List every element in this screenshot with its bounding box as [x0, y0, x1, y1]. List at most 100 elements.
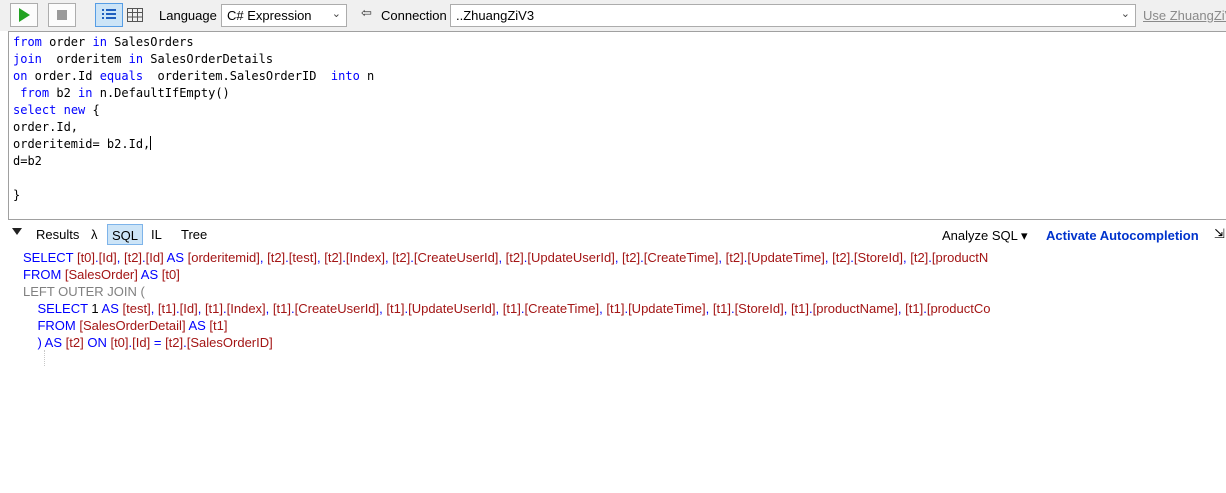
sql-identifier: [Id]: [145, 250, 164, 265]
code-keyword: from: [20, 86, 50, 100]
language-label: Language: [159, 8, 217, 23]
sql-token: ,: [718, 250, 726, 265]
sql-identifier: [t2]: [123, 250, 143, 265]
code-line: join orderitem in SalesOrderDetails: [13, 51, 374, 68]
connection-arrow-icon: ⇦: [361, 6, 372, 21]
stop-icon: [57, 10, 67, 20]
query-code[interactable]: from order in SalesOrders join orderitem …: [13, 34, 374, 204]
sql-identifier: [t0]: [110, 335, 129, 350]
code-text: orderitem.SalesOrderID: [143, 69, 331, 83]
analyze-sql-dropdown[interactable]: Analyze SQL ▾: [942, 228, 1028, 244]
sql-identifier: [CreateUserId]: [294, 301, 380, 316]
sql-identifier: [t2]: [392, 250, 411, 265]
code-line: orderitemid= b2.Id,: [13, 136, 374, 153]
collapse-triangle-icon[interactable]: [12, 228, 22, 235]
language-select[interactable]: C# Expression ⌄: [221, 4, 347, 27]
code-text: order: [41, 35, 93, 49]
sql-token: AS: [185, 318, 210, 333]
language-value: C# Expression: [227, 8, 312, 23]
use-connection-link[interactable]: Use ZhuangZiV3: [1143, 8, 1226, 23]
sql-identifier: [t0]: [76, 250, 96, 265]
connection-value: ..ZhuangZiV3: [456, 8, 535, 23]
sql-token: ,: [116, 250, 124, 265]
code-keyword: on: [13, 69, 28, 83]
connection-select[interactable]: ..ZhuangZiV3 ⌄: [450, 4, 1136, 27]
tab-sql[interactable]: SQL: [107, 224, 144, 245]
sql-line: FROM [SalesOrder] AS [t0]: [23, 266, 990, 283]
code-keyword: select: [13, 103, 57, 117]
sql-identifier: [t1]: [905, 301, 924, 316]
sql-identifier: [t1]: [209, 318, 228, 333]
tab-il[interactable]: IL: [147, 224, 166, 245]
detach-output-icon[interactable]: ⇲: [1214, 227, 1225, 242]
sql-identifier: [productName]: [812, 301, 898, 316]
code-text: orderitemid= b2.Id,: [13, 137, 151, 151]
code-line: d=b2: [13, 153, 374, 170]
sql-token: ON: [83, 335, 111, 350]
sql-identifier: [t0]: [161, 267, 180, 282]
stop-query-button[interactable]: [48, 3, 76, 27]
sql-token: ,: [783, 301, 791, 316]
sql-line: FROM [SalesOrderDetail] AS [t1]: [23, 317, 990, 334]
sql-identifier: [orderitemid]: [187, 250, 260, 265]
sql-identifier: [test]: [122, 301, 151, 316]
tab-lambda[interactable]: λ: [87, 224, 102, 245]
sql-identifier: [productN: [931, 250, 989, 265]
code-line: order.Id,: [13, 119, 374, 136]
sql-token: 1: [91, 301, 99, 316]
code-line: [13, 170, 374, 187]
activate-autocompletion-link[interactable]: Activate Autocompletion: [1046, 228, 1199, 243]
sql-token: ) AS: [37, 335, 66, 350]
code-text: n: [359, 69, 375, 83]
tab-tree[interactable]: Tree: [177, 224, 211, 245]
sql-identifier: [t2]: [324, 250, 343, 265]
results-to-rich-text-button[interactable]: [95, 3, 123, 27]
query-editor[interactable]: from order in SalesOrders join orderitem …: [8, 31, 1226, 220]
sql-identifier: [CreateTime]: [643, 250, 719, 265]
code-text: }: [13, 188, 21, 202]
sql-token: ,: [495, 301, 503, 316]
sql-identifier: [t2]: [725, 250, 744, 265]
sql-token: ,: [150, 301, 158, 316]
sql-token: SELECT: [37, 301, 92, 316]
code-keyword: into: [330, 69, 360, 83]
sql-token: ,: [498, 250, 506, 265]
sql-token: FROM: [37, 318, 80, 333]
tab-results[interactable]: Results: [32, 224, 83, 245]
sql-identifier: [t2]: [622, 250, 641, 265]
run-query-button[interactable]: [10, 3, 38, 27]
sql-identifier: [UpdateUserId]: [408, 301, 496, 316]
code-text: SalesOrders: [106, 35, 194, 49]
sql-identifier: [t2]: [165, 335, 184, 350]
sql-output: SELECT [t0].[Id], [t2].[Id] AS [orderite…: [23, 249, 990, 351]
sql-token: ,: [197, 301, 205, 316]
code-text: n.DefaultIfEmpty(): [92, 86, 230, 100]
sql-token: AS: [98, 301, 123, 316]
sql-token: ,: [265, 301, 273, 316]
sql-identifier: [UpdateTime]: [628, 301, 706, 316]
sql-identifier: [t1]: [157, 301, 176, 316]
indent-guide: [44, 350, 45, 366]
sql-token: AS: [163, 250, 188, 265]
code-keyword: from: [13, 35, 42, 49]
sql-line: SELECT 1 AS [test], [t1].[Id], [t1].[Ind…: [23, 300, 990, 317]
data-grid-icon: [127, 8, 143, 22]
sql-identifier: [StoreId]: [734, 301, 784, 316]
output-tab-bar: Results λ SQL IL Tree Analyze SQL ▾ Acti…: [0, 221, 1226, 247]
results-to-data-grid-button[interactable]: [121, 3, 149, 27]
sql-identifier: [CreateTime]: [524, 301, 600, 316]
sql-identifier: [StoreId]: [853, 250, 903, 265]
sql-token: ,: [614, 250, 623, 265]
text-caret: [150, 136, 152, 150]
code-text: orderitem: [41, 52, 129, 66]
sql-token: =: [150, 335, 166, 350]
sql-identifier: [t2]: [65, 335, 84, 350]
code-line: from order in SalesOrders: [13, 34, 374, 51]
sql-identifier: [Index]: [226, 301, 266, 316]
code-text: d=b2: [13, 154, 42, 168]
